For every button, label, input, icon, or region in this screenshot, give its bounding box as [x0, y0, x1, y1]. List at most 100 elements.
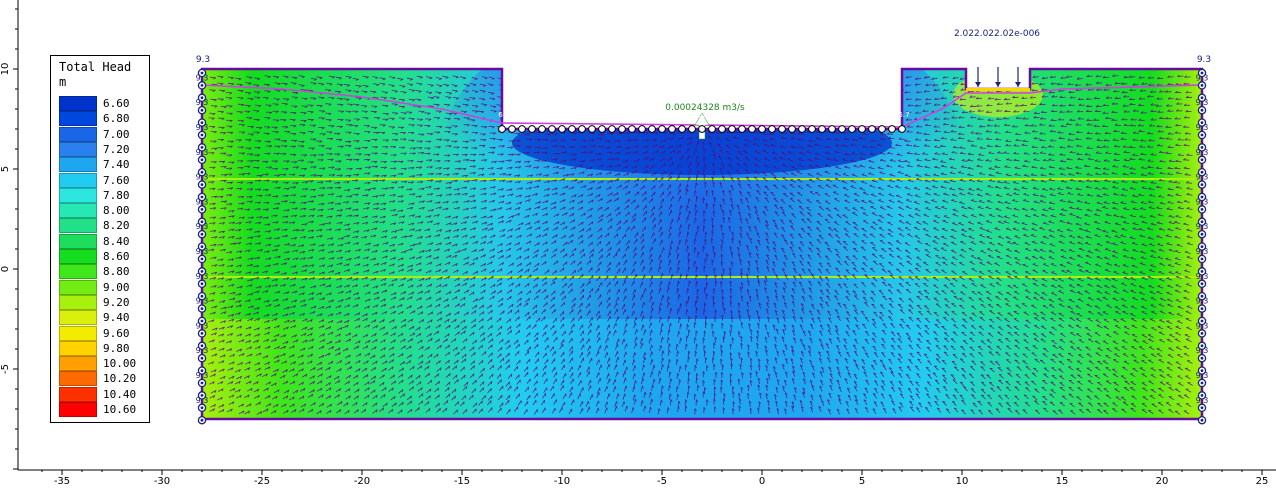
head-boundary-node-dot [1200, 232, 1204, 236]
y-tick-label: 5 [0, 166, 11, 172]
head-boundary-node-dot [200, 257, 204, 261]
legend-swatch [59, 218, 97, 234]
boundary-head-value: 9.3 [196, 197, 209, 206]
legend-item: 9.20 [59, 294, 147, 310]
seepage-face-node [868, 125, 876, 133]
legend-item: 7.40 [59, 157, 147, 173]
legend-label: 10.20 [103, 372, 137, 386]
boundary-head-value: 9.3 [1196, 396, 1209, 405]
excavation-head-value: 6.7 [798, 111, 809, 119]
legend-label: 7.80 [103, 188, 130, 202]
seepage-face-node [888, 125, 896, 133]
legend-label: 8.40 [103, 234, 130, 248]
boundary-head-value: 9.3 [196, 123, 209, 132]
legend-swatch [59, 111, 97, 127]
legend-label: 8.80 [103, 265, 130, 279]
excavation-head-value: 6.7 [898, 111, 909, 119]
excavation-head-value: 6.7 [578, 111, 589, 119]
legend-swatch [59, 264, 97, 280]
legend-item: 10.00 [59, 356, 147, 372]
y-tick-label: 10 [0, 63, 11, 76]
seepage-face-node [498, 125, 506, 133]
x-tick-label: -30 [154, 476, 170, 487]
y-tick-label: -5 [0, 364, 11, 374]
legend-item: 9.40 [59, 310, 147, 326]
boundary-head-value: 9.3 [196, 98, 209, 107]
legend-swatch [59, 203, 97, 219]
legend-label: 7.40 [103, 158, 130, 172]
legend-label: 10.60 [103, 403, 137, 416]
head-boundary-node-dot [200, 232, 204, 236]
boundary-head-value: 9.3 [1196, 197, 1209, 206]
excavation-head-value: 6.7 [758, 111, 769, 119]
legend-label: 6.60 [103, 97, 130, 110]
seepage-face-node [728, 125, 736, 133]
seepage-face-node [568, 125, 576, 133]
boundary-head-value: 9.3 [196, 396, 209, 405]
seepage-face-node [898, 125, 906, 133]
boundary-head-value: 9.3 [196, 371, 209, 380]
boundary-head-value: 9.3 [196, 73, 209, 82]
x-tick-label: 0 [759, 476, 765, 487]
seepage-face-node [878, 125, 886, 133]
seepage-face-node [658, 125, 666, 133]
seepage-face-node [628, 125, 636, 133]
legend-swatch [59, 386, 97, 402]
excavation-head-value: 6.7 [598, 111, 609, 119]
legend-label: 7.20 [103, 142, 130, 156]
boundary-head-value: 9.3 [196, 173, 209, 182]
head-boundary-node-dot [1200, 108, 1204, 112]
excavation-head-value: 6.7 [878, 111, 889, 119]
boundary-head-value: 9.3 [1196, 321, 1209, 330]
inflow-label: 2.022.022.02e-006 [954, 29, 1040, 39]
boundary-head-value: 9.3 [1196, 272, 1209, 281]
legend-label: 10.00 [103, 357, 137, 371]
legend-swatch [59, 96, 97, 111]
legend-item: 8.20 [59, 218, 147, 234]
seepage-face-node [528, 125, 536, 133]
flow-rate-label: 0.00024328 m3/s [665, 103, 745, 113]
infiltration-arrow-head [995, 82, 1001, 87]
x-tick-label: -15 [454, 476, 470, 487]
head-boundary-node-dot [1200, 158, 1204, 162]
legend-swatch [59, 157, 97, 173]
seepage-face-node [578, 125, 586, 133]
legend-item: 8.80 [59, 264, 147, 280]
legend-swatch [59, 310, 97, 326]
seepage-face-node [778, 125, 786, 133]
head-boundary-node-dot [200, 183, 204, 187]
seepage-face-node [588, 125, 596, 133]
boundary-head-label-right: 9.3 [1197, 55, 1211, 65]
legend-label: 9.20 [103, 295, 130, 309]
head-boundary-node-dot [200, 381, 204, 385]
legend-swatch [59, 402, 97, 417]
seepage-face-node [808, 125, 816, 133]
legend-item: 7.60 [59, 172, 147, 188]
head-boundary-node-dot [1200, 418, 1204, 422]
legend-label: 9.40 [103, 311, 130, 325]
x-tick-label: -10 [554, 476, 570, 487]
seepage-face-node [518, 125, 526, 133]
excavation-head-value: 6.7 [638, 111, 649, 119]
seepage-face-node [678, 125, 686, 133]
boundary-head-value: 9.3 [1196, 148, 1209, 157]
boundary-head-value: 9.3 [1196, 346, 1209, 355]
boundary-head-value: 9.3 [196, 321, 209, 330]
head-boundary-node-dot [200, 356, 204, 360]
excavation-head-value: 6.7 [558, 111, 569, 119]
x-tick-label: 15 [1056, 476, 1069, 487]
legend-swatch [59, 356, 97, 372]
y-tick-label: 0 [0, 266, 11, 272]
excavation-head-value: 6.7 [838, 111, 849, 119]
boundary-head-value: 9.3 [196, 272, 209, 281]
legend-item: 7.80 [59, 187, 147, 203]
head-boundary-node-dot [1200, 183, 1204, 187]
legend-title: Total Head [59, 60, 132, 74]
head-boundary-node-dot [200, 133, 204, 137]
boundary-head-value: 9.3 [1196, 123, 1209, 132]
infiltration-zone [966, 88, 1030, 91]
head-boundary-node-dot [200, 307, 204, 310]
boundary-head-value: 9.3 [1196, 73, 1209, 82]
infiltration-arrow-head [1015, 82, 1021, 87]
legend-label: 7.00 [103, 127, 130, 141]
